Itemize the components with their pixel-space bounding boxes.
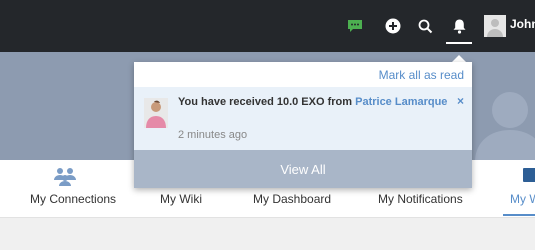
active-indicator	[446, 42, 472, 44]
connections-icon	[54, 168, 76, 186]
nav-my-dashboard[interactable]: My Dashboard	[253, 192, 331, 206]
nav-active-underline	[503, 214, 535, 216]
profile-avatar-placeholder-icon	[475, 92, 535, 160]
avatar[interactable]	[484, 15, 506, 37]
notification-time: 2 minutes ago	[178, 129, 248, 141]
close-icon[interactable]: ×	[457, 94, 464, 108]
bell-icon[interactable]	[448, 15, 470, 37]
notification-item[interactable]: You have received 10.0 EXO from Patrice …	[134, 87, 472, 150]
nav-my-wallet[interactable]: My W	[510, 192, 535, 206]
nav-my-wiki[interactable]: My Wiki	[160, 192, 202, 206]
notifications-popup: Mark all as read You have received 10.0 …	[134, 62, 472, 188]
notification-text: You have received 10.0 EXO from Patrice …	[178, 96, 447, 108]
view-all-button[interactable]: View All	[134, 150, 472, 188]
nav-my-notifications[interactable]: My Notifications	[378, 192, 463, 206]
sender-link[interactable]: Patrice Lamarque	[355, 96, 447, 108]
search-icon[interactable]	[414, 15, 436, 37]
user-name[interactable]: John	[510, 17, 535, 31]
mark-all-read-link[interactable]: Mark all as read	[379, 68, 464, 82]
plus-icon[interactable]	[382, 15, 404, 37]
notification-message: You have received 10.0 EXO from	[178, 96, 356, 108]
popup-caret	[452, 55, 466, 62]
top-bar: John	[0, 0, 535, 52]
wallet-icon	[523, 168, 535, 182]
chat-icon[interactable]	[344, 15, 366, 37]
sender-avatar	[144, 98, 168, 128]
nav-my-connections[interactable]: My Connections	[30, 192, 116, 206]
